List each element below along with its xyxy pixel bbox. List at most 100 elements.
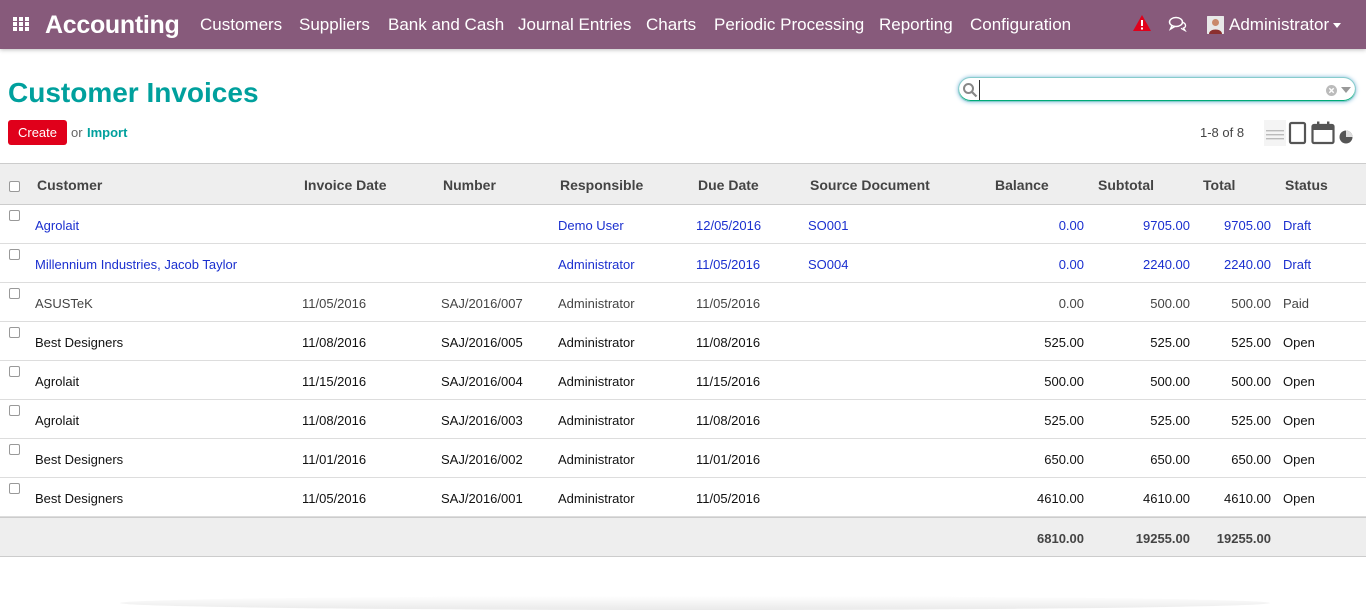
cell-number: SAJ/2016/005 [441, 335, 523, 350]
row-checkbox[interactable] [9, 249, 20, 260]
apps-grid-icon[interactable] [13, 17, 31, 31]
cell-source-document: SO004 [808, 257, 849, 272]
column-header-due-date[interactable]: Due Date [698, 177, 759, 193]
cell-due-date: 11/08/2016 [696, 413, 761, 428]
cell-responsible: Demo User [558, 218, 624, 233]
form-view-icon[interactable] [1288, 120, 1308, 146]
cell-responsible: Administrator [558, 374, 635, 389]
total-total: 19255.00 [1216, 531, 1271, 546]
cell-total: 500.00 [1231, 296, 1271, 311]
menu-reporting[interactable]: Reporting [879, 15, 953, 35]
pivot-view-icon[interactable] [1338, 120, 1355, 146]
cell-number: SAJ/2016/003 [441, 413, 523, 428]
cell-total: 650.00 [1231, 452, 1271, 467]
cell-balance: 500.00 [1044, 374, 1084, 389]
table-row[interactable]: Millennium Industries, Jacob Taylor Admi… [0, 244, 1366, 283]
column-header-total[interactable]: Total [1203, 177, 1235, 193]
cell-subtotal: 525.00 [1150, 413, 1190, 428]
table-row[interactable]: Best Designers 11/05/2016 SAJ/2016/001 A… [0, 478, 1366, 517]
cell-status: Open [1283, 335, 1315, 350]
chevron-down-icon[interactable] [1333, 23, 1341, 28]
cell-customer: Best Designers [35, 335, 124, 350]
top-navbar: Accounting Customers Suppliers Bank and … [0, 0, 1366, 49]
page-title: Customer Invoices [8, 77, 259, 108]
menu-suppliers[interactable]: Suppliers [299, 15, 370, 35]
cell-balance: 4610.00 [1037, 491, 1084, 506]
table-row[interactable]: Agrolait 11/08/2016 SAJ/2016/003 Adminis… [0, 400, 1366, 439]
column-header-status[interactable]: Status [1285, 177, 1328, 193]
select-all-checkbox[interactable] [9, 181, 20, 192]
cell-total: 525.00 [1231, 413, 1271, 428]
cell-due-date: 12/05/2016 [696, 218, 762, 233]
app-brand[interactable]: Accounting [45, 11, 180, 40]
table-row[interactable]: Agrolait 11/15/2016 SAJ/2016/004 Adminis… [0, 361, 1366, 400]
cell-number: SAJ/2016/002 [441, 452, 523, 467]
cell-status: Draft [1283, 218, 1312, 233]
cell-subtotal: 525.00 [1150, 335, 1190, 350]
row-checkbox[interactable] [9, 288, 20, 299]
cell-responsible: Administrator [558, 491, 635, 506]
cell-invoice-date: 11/08/2016 [302, 335, 367, 350]
menu-customers[interactable]: Customers [200, 15, 282, 35]
cell-customer: Best Designers [35, 452, 124, 467]
row-checkbox[interactable] [9, 483, 20, 494]
menu-bank-and-cash[interactable]: Bank and Cash [388, 15, 504, 35]
chat-icon[interactable] [1168, 16, 1188, 32]
column-header-invoice-date[interactable]: Invoice Date [304, 177, 386, 193]
cell-status: Open [1283, 491, 1315, 506]
import-link[interactable]: Import [87, 125, 127, 140]
column-header-responsible[interactable]: Responsible [560, 177, 643, 193]
table-row[interactable]: Best Designers 11/08/2016 SAJ/2016/005 A… [0, 322, 1366, 361]
cell-due-date: 11/05/2016 [696, 257, 761, 272]
menu-configuration[interactable]: Configuration [970, 15, 1071, 35]
list-view-icon[interactable] [1264, 120, 1286, 146]
row-checkbox[interactable] [9, 327, 20, 338]
cell-customer: ASUSTeK [35, 296, 93, 311]
row-checkbox[interactable] [9, 405, 20, 416]
cell-subtotal: 4610.00 [1143, 491, 1190, 506]
column-header-subtotal[interactable]: Subtotal [1098, 177, 1154, 193]
cell-invoice-date: 11/05/2016 [302, 296, 367, 311]
user-menu[interactable]: Administrator [1229, 15, 1329, 35]
cell-customer: Agrolait [35, 218, 80, 233]
menu-periodic-processing[interactable]: Periodic Processing [714, 15, 864, 35]
column-header-source-document[interactable]: Source Document [810, 177, 930, 193]
table-row[interactable]: ASUSTeK 11/05/2016 SAJ/2016/007 Administ… [0, 283, 1366, 322]
cell-balance: 525.00 [1044, 413, 1084, 428]
cell-total: 525.00 [1231, 335, 1271, 350]
table-header: Customer Invoice Date Number Responsible… [0, 163, 1366, 205]
create-button[interactable]: Create [8, 120, 67, 145]
calendar-view-icon[interactable] [1311, 120, 1336, 146]
cell-invoice-date: 11/15/2016 [302, 374, 367, 389]
column-header-number[interactable]: Number [443, 177, 496, 193]
total-subtotal: 19255.00 [1135, 531, 1190, 546]
cell-balance: 650.00 [1044, 452, 1084, 467]
search-options-toggle-icon[interactable] [1341, 87, 1351, 93]
cell-balance: 0.00 [1058, 296, 1084, 311]
menu-journal-entries[interactable]: Journal Entries [518, 15, 631, 35]
menu-charts[interactable]: Charts [646, 15, 696, 35]
clear-search-icon[interactable] [1326, 85, 1337, 96]
warning-icon[interactable] [1133, 15, 1151, 31]
cell-responsible: Administrator [558, 257, 635, 272]
cell-customer: Millennium Industries, Jacob Taylor [35, 257, 238, 272]
avatar[interactable] [1207, 16, 1224, 34]
cell-customer: Best Designers [35, 491, 124, 506]
cell-source-document: SO001 [808, 218, 849, 233]
cell-due-date: 11/01/2016 [696, 452, 761, 467]
row-checkbox[interactable] [9, 444, 20, 455]
row-checkbox[interactable] [9, 210, 20, 221]
search-input[interactable] [979, 80, 1320, 100]
table-row[interactable]: Best Designers 11/01/2016 SAJ/2016/002 A… [0, 439, 1366, 478]
row-checkbox[interactable] [9, 366, 20, 377]
table-footer-totals: 6810.00 19255.00 19255.00 [0, 517, 1366, 557]
cell-total: 2240.00 [1224, 257, 1271, 272]
cell-total: 500.00 [1231, 374, 1271, 389]
cell-subtotal: 9705.00 [1143, 218, 1190, 233]
cell-due-date: 11/05/2016 [696, 296, 761, 311]
cell-status: Open [1283, 374, 1315, 389]
or-text: or [71, 125, 83, 140]
column-header-balance[interactable]: Balance [995, 177, 1049, 193]
column-header-customer[interactable]: Customer [37, 177, 102, 193]
table-row[interactable]: Agrolait Demo User 12/05/2016 SO001 0.00… [0, 205, 1366, 244]
